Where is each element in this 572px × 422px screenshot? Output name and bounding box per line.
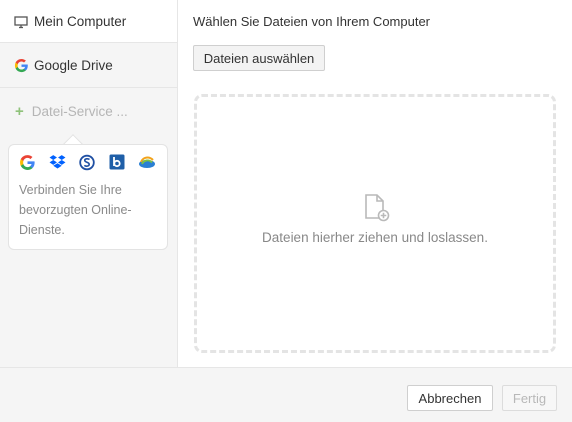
google-icon[interactable]: [18, 153, 36, 171]
sidebar-item-label: Mein Computer: [34, 13, 127, 29]
onedrive-icon[interactable]: [138, 153, 156, 171]
monitor-icon: [13, 14, 29, 30]
sidebar-item-label: Google Drive: [34, 57, 113, 73]
popover-description: Verbinden Sie Ihre bevorzugten Online-Di…: [19, 183, 132, 237]
box-icon[interactable]: [108, 153, 126, 171]
sidebar: Mein Computer Google Drive + Datei-Servi…: [0, 0, 178, 367]
dropzone-text: Dateien hierher ziehen und loslassen.: [262, 230, 488, 245]
plus-icon: +: [15, 102, 24, 120]
page-title: Wählen Sie Dateien von Ihrem Computer: [193, 14, 431, 29]
service-icons: [18, 153, 156, 171]
file-add-icon: [364, 194, 390, 222]
file-dropzone[interactable]: Dateien hierher ziehen und loslassen.: [194, 94, 556, 353]
footer: Abbrechen Fertig: [0, 367, 572, 422]
done-button[interactable]: Fertig: [502, 385, 557, 411]
services-popover: Verbinden Sie Ihre bevorzugten Online-Di…: [8, 144, 168, 250]
sidebar-item-add-service[interactable]: + Datei-Service ...: [0, 89, 177, 133]
dropbox-icon[interactable]: [48, 153, 66, 171]
cancel-button[interactable]: Abbrechen: [407, 385, 493, 411]
sharefile-icon[interactable]: [78, 153, 96, 171]
sidebar-item-google-drive[interactable]: Google Drive: [0, 43, 177, 88]
sidebar-item-my-computer[interactable]: Mein Computer: [0, 0, 177, 42]
google-g-icon: [13, 57, 29, 73]
sidebar-item-label: Datei-Service ...: [31, 103, 128, 119]
select-files-button[interactable]: Dateien auswählen: [193, 45, 325, 71]
